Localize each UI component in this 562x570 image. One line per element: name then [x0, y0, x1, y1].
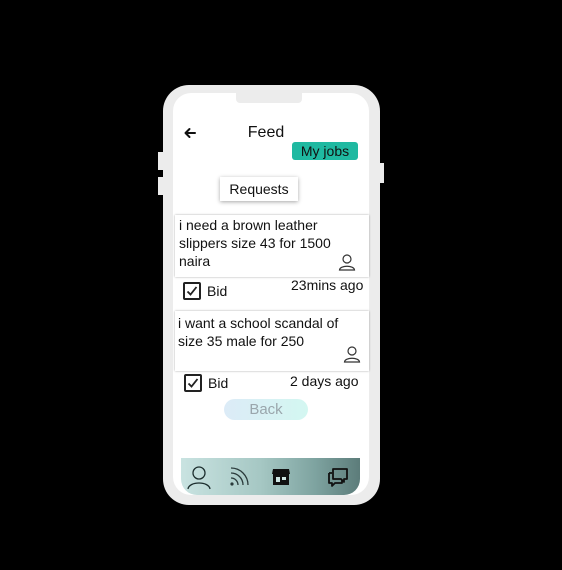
bid-label: Bid	[207, 283, 228, 299]
phone-side-button-left-2	[158, 177, 163, 195]
request-text-line: naira	[179, 253, 211, 269]
nav-chat-icon[interactable]	[320, 458, 356, 495]
page-title: Feed	[247, 124, 285, 141]
request-text-line: i need a brown leather	[179, 217, 318, 233]
nav-store-icon[interactable]	[263, 458, 299, 495]
phone-side-button-left-1	[158, 152, 163, 170]
request-text-line: size 35 male for 250	[178, 333, 305, 349]
phone-side-button-right	[380, 163, 384, 183]
checkbox-checked-icon	[184, 374, 202, 392]
request-text: i need a brown leather slippers size 43 …	[179, 216, 331, 270]
nav-profile-icon[interactable]	[181, 458, 217, 495]
request-time: 23mins ago	[291, 277, 364, 293]
tab-requests[interactable]: Requests	[220, 177, 298, 201]
user-icon[interactable]	[338, 253, 356, 271]
user-icon[interactable]	[343, 345, 361, 363]
phone-notch	[236, 93, 302, 103]
request-text: i want a school scandal of size 35 male …	[178, 314, 338, 350]
back-button[interactable]: Back	[224, 399, 308, 420]
my-jobs-button[interactable]: My jobs	[292, 142, 358, 160]
bid-checkbox[interactable]: Bid	[183, 280, 227, 302]
back-arrow-icon[interactable]	[183, 126, 197, 140]
bid-checkbox[interactable]: Bid	[184, 372, 228, 394]
checkbox-checked-icon	[183, 282, 201, 300]
bid-label: Bid	[208, 375, 229, 391]
request-text-line: slippers size 43 for 1500	[179, 235, 331, 251]
request-text-line: i want a school scandal of	[178, 315, 339, 331]
request-time: 2 days ago	[290, 373, 359, 389]
nav-feed-icon[interactable]	[221, 458, 257, 495]
bottom-nav	[181, 458, 360, 495]
